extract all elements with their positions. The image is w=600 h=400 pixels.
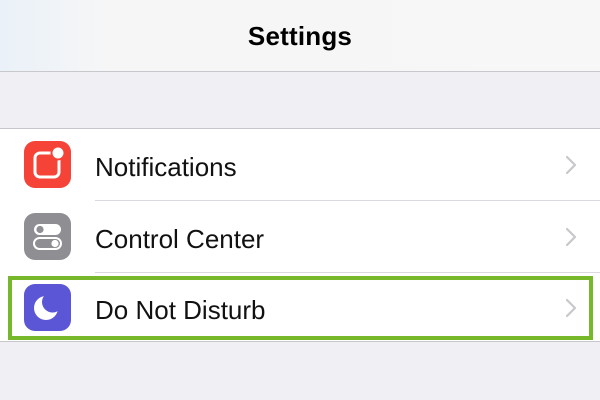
- navigation-bar: Settings: [0, 0, 600, 72]
- settings-item-label: Notifications: [95, 152, 237, 182]
- chevron-right-icon: [564, 153, 578, 177]
- chevron-right-icon: [564, 296, 578, 320]
- settings-item-label: Control Center: [95, 224, 265, 254]
- settings-group: Notifications Control Center Do Not Dist…: [0, 128, 600, 342]
- chevron-right-icon: [564, 225, 578, 249]
- settings-item-do-not-disturb[interactable]: Do Not Disturb: [0, 272, 600, 344]
- page-title: Settings: [247, 21, 353, 51]
- notifications-icon: [24, 141, 71, 188]
- settings-item-control-center[interactable]: Control Center: [0, 201, 600, 273]
- moon-icon: [24, 284, 71, 331]
- settings-item-label: Do Not Disturb: [95, 295, 266, 325]
- settings-item-notifications[interactable]: Notifications: [0, 129, 600, 201]
- control-center-icon: [24, 213, 71, 260]
